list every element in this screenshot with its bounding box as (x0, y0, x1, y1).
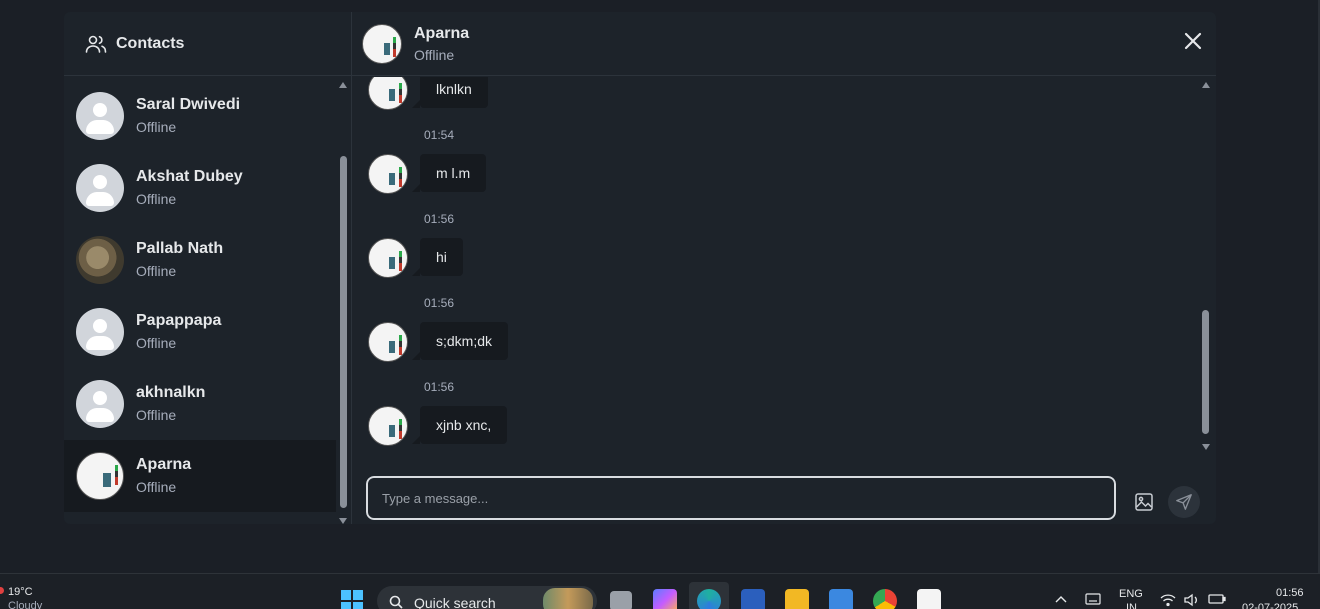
contact-name: Pallab Nath (136, 240, 224, 257)
contact-name: akhnalkn (136, 384, 206, 401)
show-hidden-icons-chevron-icon[interactable] (1055, 595, 1067, 603)
taskbar: 19°C Cloudy Quick search ENG IN 01:56 02… (0, 573, 1320, 609)
message-avatar (368, 238, 408, 278)
scrollbar-thumb[interactable] (340, 156, 347, 508)
wifi-icon[interactable] (1160, 593, 1176, 607)
language-indicator[interactable]: ENG (1119, 588, 1143, 600)
message-bubble: s;dkm;dk (411, 322, 509, 360)
contact-name: Saral Dwivedi (136, 96, 241, 113)
chat-panel: Aparna Offline lknlkn 01:54 m l.m 01:56 hi 01… (352, 12, 1216, 524)
contact-item[interactable]: Akshat Dubey Offline (64, 152, 336, 224)
contact-status: Offline (136, 335, 177, 351)
avatar (76, 308, 124, 356)
edge-browser-icon[interactable] (697, 589, 721, 609)
contact-item[interactable]: Aparna Offline (64, 440, 336, 512)
sidebar-header: Contacts (64, 12, 351, 76)
message-avatar (368, 322, 408, 362)
weather-condition[interactable]: Cloudy (8, 600, 42, 609)
contact-name: Papappapa (136, 312, 222, 329)
close-icon[interactable] (1184, 32, 1202, 50)
contact-item[interactable]: Pallab Nath Offline (64, 224, 336, 296)
send-icon (1176, 494, 1192, 510)
contact-item[interactable]: Saral Dwivedi Offline (64, 80, 336, 152)
avatar (76, 236, 124, 284)
contact-list: Saral Dwivedi Offline Akshat Dubey Offline P… (64, 80, 336, 520)
message-bubble: m l.m (411, 154, 487, 192)
chat-contact-status: Offline (414, 47, 455, 63)
word-icon[interactable] (741, 589, 765, 609)
contact-info: Pallab Nath Offline (136, 239, 223, 281)
avatar (76, 452, 124, 500)
users-icon (85, 35, 107, 53)
contact-status: Offline (136, 479, 177, 495)
file-explorer-icon[interactable] (785, 589, 809, 609)
microsoft-store-icon[interactable] (829, 589, 853, 609)
taskbar-search[interactable]: Quick search (377, 586, 597, 609)
message-time: 01:56 (424, 296, 455, 310)
avatar (76, 92, 124, 140)
contact-info: Aparna Offline (136, 455, 191, 497)
chat-app-window: Contacts Saral Dwivedi Offline Akshat Dube… (64, 12, 1216, 524)
attach-image-button[interactable] (1128, 486, 1160, 518)
contact-status: Offline (136, 191, 177, 207)
search-icon (389, 595, 403, 609)
scroll-up-arrow-icon[interactable] (1202, 82, 1210, 88)
send-button[interactable] (1168, 486, 1200, 518)
message-input[interactable] (365, 475, 1117, 521)
scroll-down-arrow-icon[interactable] (339, 518, 347, 524)
task-view-icon[interactable] (610, 591, 632, 609)
sidebar-title: Contacts (116, 34, 185, 52)
message-time: 01:56 (424, 212, 455, 226)
message-bubble: lknlkn (412, 77, 488, 108)
contact-info: Saral Dwivedi Offline (136, 95, 240, 137)
avatar (76, 164, 124, 212)
windows-start-icon[interactable] (340, 589, 364, 609)
scroll-up-arrow-icon[interactable] (339, 82, 347, 88)
contact-status: Offline (136, 119, 177, 135)
clock-date[interactable]: 02-07-2025 (1242, 602, 1298, 609)
contacts-sidebar: Contacts Saral Dwivedi Offline Akshat Dube… (64, 12, 352, 524)
volume-icon[interactable] (1184, 593, 1200, 607)
message-avatar (368, 77, 408, 110)
messages-scrollbar[interactable] (1200, 80, 1212, 450)
weather-alert-icon (0, 587, 4, 594)
scrollbar-thumb[interactable] (1202, 310, 1209, 434)
clock-time[interactable]: 01:56 (1276, 587, 1304, 599)
region-indicator[interactable]: IN (1126, 602, 1137, 609)
battery-icon[interactable] (1208, 593, 1226, 605)
message-bubble: hi (412, 238, 463, 276)
weather-temperature[interactable]: 19°C (8, 586, 33, 598)
avatar (76, 380, 124, 428)
contact-status: Offline (136, 263, 177, 279)
contact-info: akhnalkn Offline (136, 383, 205, 425)
message-bubble: xjnb xnc, (411, 406, 508, 444)
contact-info: Papappapa Offline (136, 311, 221, 353)
contact-item[interactable]: Papappapa Offline (64, 296, 336, 368)
contact-name: Akshat Dubey (136, 168, 243, 185)
wave-app-icon[interactable] (917, 589, 941, 609)
search-highlight-image (543, 588, 593, 609)
contact-info: Akshat Dubey Offline (136, 167, 243, 209)
message-time: 01:54 (424, 128, 455, 142)
message-time: 01:56 (424, 380, 455, 394)
chat-header: Aparna Offline (352, 12, 1216, 76)
copilot-icon[interactable] (653, 589, 677, 609)
message-avatar (368, 154, 408, 194)
image-icon (1135, 493, 1153, 511)
search-label: Quick search (414, 595, 496, 609)
message-avatar (368, 406, 408, 446)
scroll-down-arrow-icon[interactable] (1202, 444, 1210, 450)
chat-avatar (362, 24, 402, 64)
chat-contact-name: Aparna (414, 25, 470, 42)
chrome-icon[interactable] (873, 589, 897, 609)
touch-keyboard-icon[interactable] (1085, 593, 1101, 605)
contact-status: Offline (136, 407, 177, 423)
contact-item[interactable]: akhnalkn Offline (64, 368, 336, 440)
contact-name: Aparna (136, 456, 192, 473)
message-composer (365, 475, 1117, 521)
sidebar-scrollbar[interactable] (337, 80, 349, 524)
message-list: lknlkn 01:54 m l.m 01:56 hi 01:56 s;dkm;dk 01:5… (352, 77, 1216, 457)
